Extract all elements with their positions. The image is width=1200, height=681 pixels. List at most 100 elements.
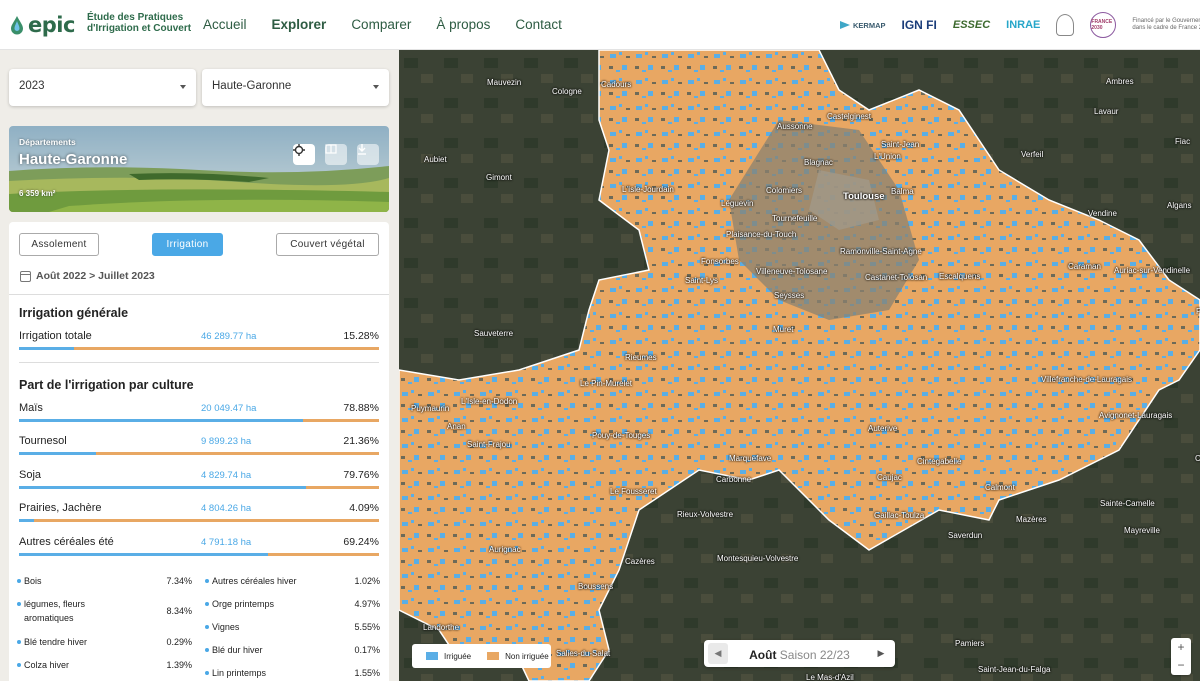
nav-a-propos[interactable]: À propos <box>436 17 490 32</box>
top-header: epic Étude des Pratiques d'Irrigation et… <box>0 0 1200 50</box>
place-label: Villefranche-de-Lauragais <box>1041 375 1133 384</box>
place-label: Aussonne <box>777 122 813 131</box>
crop-row: Soja 4 829.74 ha 79.76% <box>19 469 379 493</box>
period-label: Août 2022 > Juillet 2023 <box>36 270 155 282</box>
tagline: Étude des Pratiques d'Irrigation et Couv… <box>87 12 192 34</box>
crop-ha: 9 899.23 ha <box>201 436 252 447</box>
crop-bar <box>19 519 379 522</box>
place-label: Saverdun <box>948 531 983 540</box>
map-legend: Irriguée Non irriguée <box>412 644 551 668</box>
minor-crop-pct: 7.34% <box>166 576 192 586</box>
minor-crop-pct: 8.34% <box>166 606 192 616</box>
inrae-logo: INRAE <box>1006 19 1041 31</box>
banner-area: 6 359 km² <box>19 189 56 198</box>
year-select[interactable]: 2023 <box>9 69 196 106</box>
tab-couvert-vegetal[interactable]: Couvert végétal <box>276 233 379 256</box>
place-label: Rieumes <box>625 353 657 362</box>
place-label: Balma <box>891 187 914 196</box>
banner-kicker: Départements <box>19 137 76 147</box>
minor-crop-item: légumes, fleurs aromatiques 8.34% <box>17 597 192 625</box>
place-label: Fiac <box>1175 137 1191 146</box>
minor-crop-item: Bois 7.34% <box>17 574 192 588</box>
place-label: Caujac <box>877 473 902 482</box>
crop-ha: 4 829.74 ha <box>201 470 252 481</box>
bullet-icon <box>17 602 21 606</box>
minor-crop-item: Autres céréales hiver 1.02% <box>205 574 380 588</box>
general-ha: 46 289.77 ha <box>201 331 257 342</box>
epic-logo[interactable]: epic <box>10 10 75 40</box>
bureau-veritas-logo <box>1056 14 1075 36</box>
next-month-button[interactable]: ▶ <box>871 643 891 664</box>
non-irrigated-swatch <box>487 652 500 660</box>
book-button[interactable] <box>325 144 347 165</box>
crop-ha: 20 049.47 ha <box>201 403 257 414</box>
place-label: Plaisance-du-Touch <box>726 230 797 239</box>
minor-crop-name: Blé tendre hiver <box>24 637 88 647</box>
place-label: Cazères <box>625 557 655 566</box>
place-label: Escalquens <box>939 272 981 281</box>
time-season: Saison 22/23 <box>779 648 850 662</box>
funding-text: Financé par le Gouvernement dans le cadr… <box>1132 18 1200 31</box>
minor-crop-item: Blé tendre hiver 0.29% <box>17 635 192 649</box>
place-label: Muret <box>773 325 794 334</box>
place-label: Puylaurens <box>1196 307 1200 316</box>
place-label: Mauvezin <box>487 78 522 87</box>
calendar-icon <box>20 270 31 282</box>
bullet-icon <box>17 579 21 583</box>
place-label: Verfeil <box>1021 150 1044 159</box>
crop-bar <box>19 452 379 455</box>
tab-assolement[interactable]: Assolement <box>19 233 99 256</box>
bullet-icon <box>205 579 209 583</box>
bullet-icon <box>205 648 209 652</box>
zoom-in-button[interactable]: + <box>1171 638 1191 656</box>
place-label: Vendine <box>1088 209 1117 218</box>
place-label: Colomiers <box>766 186 803 195</box>
place-label: Rieux-Volvestre <box>677 510 734 519</box>
book-icon <box>325 144 337 154</box>
tab-irrigation[interactable]: Irrigation <box>152 233 223 256</box>
place-label: Landorthe <box>423 623 460 632</box>
place-label: Le Pin-Murelet <box>580 379 633 388</box>
year-select-value: 2023 <box>19 80 45 92</box>
place-label: Ramonville-Saint-Agne <box>840 247 922 256</box>
nav-accueil[interactable]: Accueil <box>203 17 247 32</box>
nav-contact[interactable]: Contact <box>515 17 562 32</box>
department-select[interactable]: Haute-Garonne <box>202 69 389 106</box>
place-label: Mayreville <box>1124 526 1161 535</box>
crop-row: Autres céréales été 4 791.18 ha 69.24% <box>19 536 379 560</box>
place-label: Léguevin <box>721 199 754 208</box>
place-label: L'Isle-en-Dodon <box>461 397 518 406</box>
download-button[interactable] <box>357 144 379 165</box>
place-label: Anan <box>447 422 466 431</box>
place-label: Saint-Frajou <box>467 440 511 449</box>
ign-fi-logo: IGN FI <box>901 18 937 32</box>
locate-button[interactable] <box>293 144 315 165</box>
minor-crop-pct: 5.55% <box>354 622 380 632</box>
place-label: Cintegabelle <box>917 457 962 466</box>
minor-crop-item: Orge printemps 4.97% <box>205 597 380 611</box>
place-label: Calmont <box>985 483 1015 492</box>
zoom-out-button[interactable]: − <box>1171 656 1191 674</box>
crop-pct: 79.76% <box>343 469 379 481</box>
place-label: Sauveterre <box>474 329 514 338</box>
minor-crop-name: Bois <box>24 576 42 586</box>
minor-crop-item: Blé dur hiver 0.17% <box>205 643 380 657</box>
divider <box>9 294 389 295</box>
nav-explorer[interactable]: Explorer <box>272 17 327 32</box>
time-label: Août Saison 22/23 <box>704 648 895 662</box>
place-label: Saint-Jean-du-Falga <box>978 665 1051 674</box>
irrigated-swatch <box>426 652 438 660</box>
nav-comparer[interactable]: Comparer <box>351 17 411 32</box>
place-label: Algans <box>1167 201 1192 210</box>
minor-crop-item: Vignes 5.55% <box>205 620 380 634</box>
place-label: Blagnac <box>804 158 833 167</box>
divider <box>19 362 379 363</box>
crops-section-title: Part de l'irrigation par culture <box>19 378 194 392</box>
legend-non-irrigated: Non irriguée <box>505 651 549 661</box>
general-row: Irrigation totale 46 289.77 ha 15.28% <box>19 330 379 354</box>
general-bar <box>19 347 379 350</box>
banner-title: Haute-Garonne <box>19 151 128 168</box>
france-2030-logo: FRANCE 2030 <box>1090 12 1117 38</box>
crop-name: Soja <box>19 469 42 481</box>
map-view[interactable]: Toulouse Blagnac Colomiers Tournefeuille Cas… <box>399 50 1200 681</box>
